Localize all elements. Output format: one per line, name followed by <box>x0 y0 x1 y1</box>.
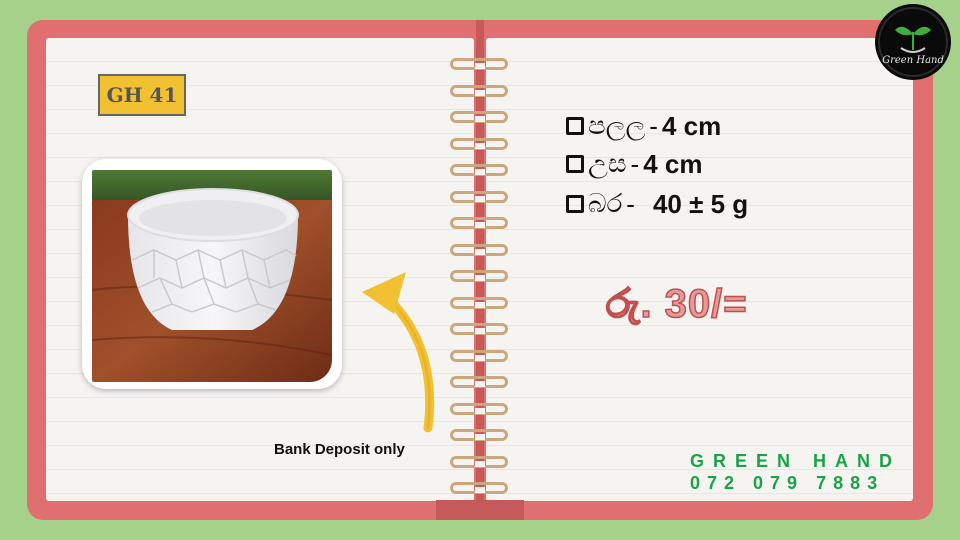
spiral-ring-icon <box>450 323 508 335</box>
spiral-ring-icon <box>450 58 508 70</box>
checkbox-icon <box>566 117 584 135</box>
spiral-ring-icon <box>450 349 508 362</box>
spec-value: 4 cm <box>643 148 703 179</box>
checkbox-icon <box>566 195 584 213</box>
spec-value: 40 ± 5 g <box>652 188 749 219</box>
brand-logo <box>875 4 951 80</box>
spiral-ring-icon <box>450 429 508 441</box>
spiral-ring-icon <box>450 217 508 229</box>
leaf-logo-icon <box>878 7 948 77</box>
product-code-badge: GH 41 <box>98 74 186 116</box>
pot-image <box>92 170 332 382</box>
spiral-ring-icon <box>450 190 508 203</box>
spiral-ring-icon <box>450 455 508 468</box>
spiral-ring-icon <box>450 402 508 415</box>
spiral-ring-icon <box>450 482 508 494</box>
spec-value: 4 cm <box>661 110 722 141</box>
spec-width: පලල - 4 cm <box>566 110 721 142</box>
payment-note: Bank Deposit only <box>274 441 405 458</box>
product-photo <box>92 170 332 382</box>
spine-base <box>436 500 524 520</box>
spiral-ring-icon <box>450 243 508 256</box>
spiral-ring-icon <box>450 376 508 388</box>
spec-separator: - <box>626 188 635 219</box>
right-page <box>486 38 913 501</box>
spiral-ring-icon <box>450 84 508 97</box>
brand-name: GREEN HAND <box>690 451 902 471</box>
spec-label: උස <box>588 148 627 178</box>
spec-weight: බර - 40 ± 5 g <box>566 188 748 220</box>
spiral-ring-icon <box>450 137 508 150</box>
spec-label: පලල <box>588 110 646 140</box>
spiral-ring-icon <box>450 164 508 176</box>
logo-text: Green Hand <box>882 55 944 66</box>
spec-height: උස - 4 cm <box>566 148 702 180</box>
spec-label: බර <box>588 188 623 218</box>
checkbox-icon <box>566 155 584 173</box>
phone-number: 072 079 7883 <box>690 473 885 493</box>
spec-separator: - <box>649 110 658 141</box>
price-label: රු. 30/= <box>605 281 748 327</box>
spiral-ring-icon <box>450 270 508 282</box>
spiral-ring-icon <box>450 111 508 123</box>
spec-separator: - <box>630 148 640 179</box>
curved-arrow-icon <box>362 272 435 433</box>
spiral-ring-icon <box>450 296 508 309</box>
